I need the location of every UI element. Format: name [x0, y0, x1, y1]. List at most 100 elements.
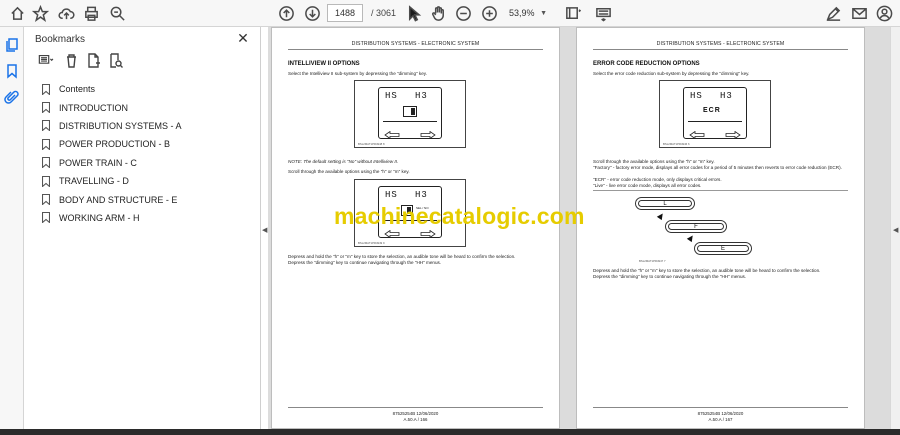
keyboard-icon[interactable]: [594, 4, 612, 22]
mode-pill-ecr: E: [694, 242, 752, 255]
page-header: DISTRIBUTION SYSTEMS - ELECTRONIC SYSTEM: [656, 41, 785, 47]
paragraph: Depress the "dimming" key to continue na…: [593, 274, 747, 279]
figure-caption: BSL2MAT1PR4946 6: [663, 142, 690, 146]
header-rule: [288, 49, 543, 50]
zoom-in-icon[interactable]: [480, 4, 498, 22]
page-footer-code: 87525254B 12/06/2020: [392, 411, 439, 416]
bookmark-label: WORKING ARM - H: [59, 212, 140, 223]
home-icon[interactable]: [8, 4, 26, 22]
bookmark-item[interactable]: TRAVELLING - D: [41, 172, 182, 190]
display-left-text: HS: [690, 91, 703, 101]
mode-pill-label: F: [668, 223, 724, 230]
mail-icon[interactable]: [850, 4, 868, 22]
paragraph: "Live" - live error code mode, displays …: [593, 183, 702, 188]
bookmark-icon: [41, 83, 51, 96]
right-arrow-icon: [725, 126, 741, 140]
lcd-display: HS H3: [378, 87, 442, 140]
bookmark-icon: [41, 138, 51, 151]
bookmark-item[interactable]: DISTRIBUTION SYSTEMS - A: [41, 117, 182, 135]
paragraph: Select the error code reduction sub-syst…: [593, 71, 750, 76]
options-menu-icon[interactable]: [35, 53, 57, 73]
display-left-text: HS: [385, 91, 398, 101]
display-figure-3: HS H3 ECR BSL2MAT1PR4946 6: [659, 80, 771, 148]
section-title: INTELLIVIEW II OPTIONS: [288, 61, 360, 67]
print-icon[interactable]: [82, 4, 100, 22]
bookmarks-toolbar: [35, 53, 123, 73]
pointer-arrow-icon: [686, 233, 696, 243]
section-title: ERROR CODE REDUCTION OPTIONS: [593, 61, 700, 67]
right-arrow-icon: [420, 126, 436, 140]
paragraph: Scroll through the available options usi…: [288, 169, 410, 174]
delete-bookmark-icon[interactable]: [64, 53, 79, 73]
header-rule: [593, 49, 848, 50]
page-up-icon[interactable]: [277, 4, 295, 22]
footer-rule: [593, 407, 848, 408]
cloud-upload-icon[interactable]: [57, 4, 75, 22]
page-footer-number: A.50.A / 166: [403, 417, 428, 422]
page-total: / 3061: [371, 8, 397, 18]
sign-icon[interactable]: [824, 4, 842, 22]
watermark-text: machinecatalogic.com: [334, 203, 585, 229]
hand-icon[interactable]: [429, 4, 447, 22]
bookmark-item[interactable]: WORKING ARM - H: [41, 209, 182, 227]
display-right-text: H3: [720, 91, 733, 101]
zoom-search-icon[interactable]: [108, 4, 126, 22]
right-edge-rail: ◀: [890, 27, 900, 435]
display-rule: [688, 121, 742, 122]
bookmark-item[interactable]: POWER PRODUCTION - B: [41, 135, 182, 153]
account-icon[interactable]: [875, 4, 893, 22]
note-text: NOTE: The default setting is "No" withou…: [288, 159, 399, 164]
display-right-text: H3: [415, 91, 428, 101]
bookmark-icon: [41, 212, 51, 225]
bookmarks-panel: Bookmarks ✕ Contents INTRODUCTION DISTRI…: [24, 27, 261, 435]
page-footer-code: 87525254B 12/06/2020: [697, 411, 744, 416]
select-cursor-icon[interactable]: [404, 4, 422, 22]
figure-caption: BSL2MAT1PR4947 7: [639, 259, 666, 263]
attachment-icon[interactable]: [4, 89, 20, 105]
zoom-level-dropdown[interactable]: 53,9% ▼: [506, 4, 550, 22]
collapse-panel-arrow-icon[interactable]: ◀: [262, 226, 267, 234]
bookmark-item[interactable]: Contents: [41, 80, 182, 98]
figure-caption: BSL2MAT1PR4948 8: [358, 142, 385, 146]
page-thumbnails-icon[interactable]: [4, 37, 20, 53]
display-box-glyph: [403, 106, 417, 117]
display-figure-1: HS H3 BSL2MAT1PR4948 8: [354, 80, 466, 148]
fit-page-icon[interactable]: [563, 4, 581, 22]
bookmark-label: POWER PRODUCTION - B: [59, 139, 171, 150]
bookmark-icon: [41, 157, 51, 169]
mode-pill-factory: F: [665, 220, 727, 233]
find-bookmark-icon[interactable]: [108, 53, 123, 73]
bookmark-item[interactable]: POWER TRAIN - C: [41, 154, 182, 172]
display-right-text: H3: [415, 190, 428, 200]
figure-caption: BSL2MAT1PR4949 9: [358, 241, 385, 245]
bookmark-item[interactable]: BODY AND STRUCTURE - E: [41, 190, 182, 208]
bookmark-icon: [41, 175, 51, 188]
bookmarks-title: Bookmarks: [35, 34, 86, 45]
bookmark-label: TRAVELLING - D: [59, 176, 129, 187]
taskbar-strip: [0, 429, 900, 435]
page-down-icon[interactable]: [303, 4, 321, 22]
left-arrow-icon: [384, 126, 400, 140]
page-number-input[interactable]: 1488: [327, 4, 363, 22]
mode-pill-label: E: [697, 245, 749, 252]
page-footer-number: A.50.A / 167: [708, 417, 733, 422]
pdf-page-right: DISTRIBUTION SYSTEMS - ELECTRONIC SYSTEM…: [576, 27, 865, 429]
bookmark-list: Contents INTRODUCTION DISTRIBUTION SYSTE…: [41, 80, 182, 227]
top-toolbar: 1488 / 3061 53,9% ▼: [0, 0, 900, 27]
chevron-down-icon: ▼: [540, 9, 547, 17]
paragraph: Depress the "dimming" key to continue na…: [288, 260, 442, 265]
expand-panel-arrow-icon[interactable]: ◀: [893, 226, 898, 234]
star-icon[interactable]: [31, 4, 49, 22]
display-center-text: ECR: [703, 107, 721, 114]
bookmark-icon: [41, 102, 51, 114]
paragraph: Select the Intelliview II sub-system by …: [288, 71, 428, 76]
close-icon[interactable]: ✕: [236, 31, 250, 45]
left-arrow-icon: [689, 126, 705, 140]
new-bookmark-icon[interactable]: [86, 53, 101, 73]
bookmark-panel-icon[interactable]: [4, 63, 20, 79]
page-header: DISTRIBUTION SYSTEMS - ELECTRONIC SYSTEM: [351, 41, 480, 47]
zoom-out-icon[interactable]: [454, 4, 472, 22]
display-rule: [383, 121, 437, 122]
section-rule: [593, 190, 848, 191]
bookmark-item[interactable]: INTRODUCTION: [41, 98, 182, 116]
